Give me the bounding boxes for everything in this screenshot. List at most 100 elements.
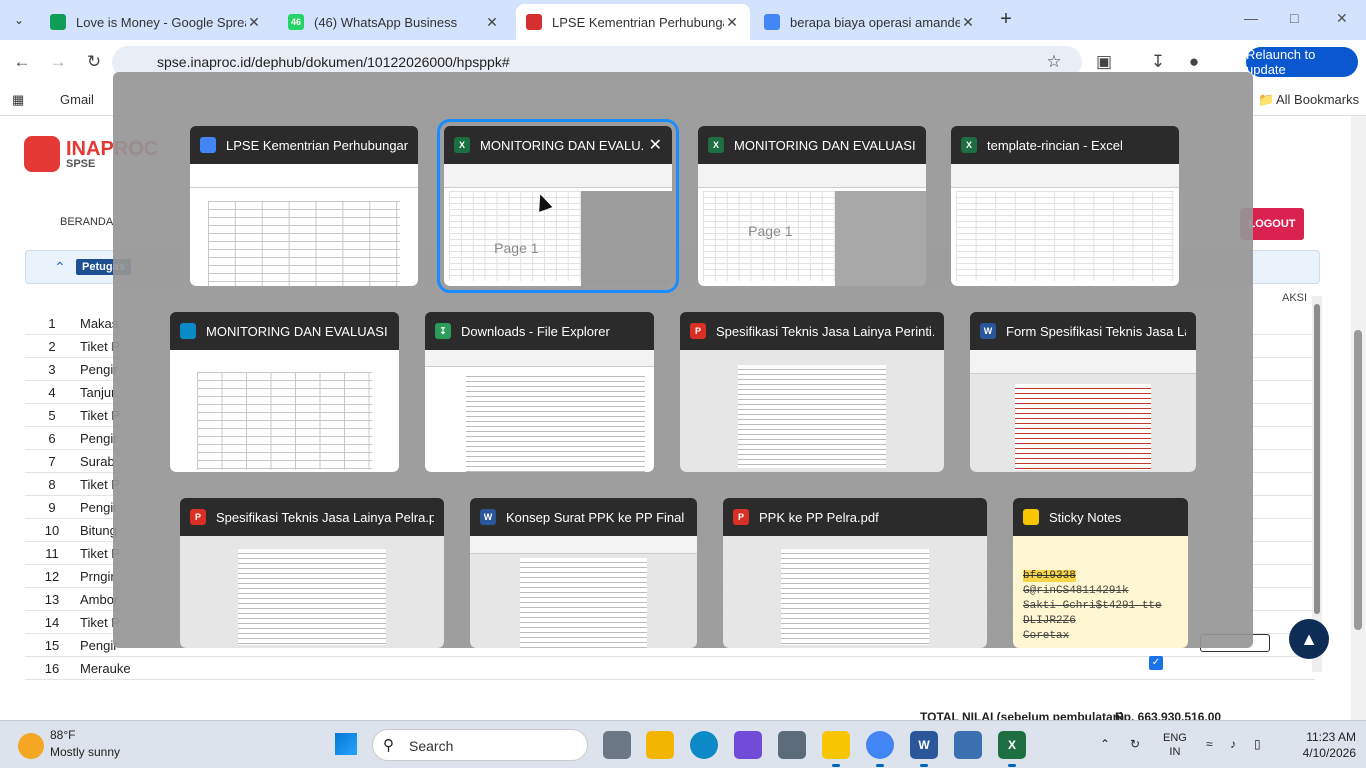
chrome-icon	[200, 137, 216, 153]
row-name: Pengir	[80, 638, 118, 653]
lpse-icon	[526, 14, 542, 30]
window-card-downloads[interactable]: ↧ Downloads - File Explorer	[425, 312, 654, 472]
scroll-top-button[interactable]: ▲	[1289, 619, 1329, 659]
sticky-notes-icon[interactable]	[822, 731, 850, 767]
download-icon: ↧	[435, 323, 451, 339]
extensions-icon[interactable]: ▣	[1092, 52, 1116, 72]
close-tab-icon[interactable]: ✕	[246, 14, 262, 31]
tab-love-is-money[interactable]: Love is Money - Google Spreadsheet ✕	[40, 4, 272, 40]
new-tab-icon[interactable]: +	[994, 8, 1018, 31]
row-checkbox[interactable]: ✓	[1149, 656, 1163, 670]
sticky-note-line: Coretax	[1023, 630, 1070, 642]
chevron-up-icon[interactable]: ⌃	[54, 259, 66, 276]
relaunch-button[interactable]: Relaunch to update	[1246, 47, 1358, 77]
tab-whatsapp[interactable]: 46 (46) WhatsApp Business ✕	[278, 4, 510, 40]
task-view-icon[interactable]	[603, 731, 631, 759]
windows-start-icon[interactable]	[335, 733, 357, 755]
search-icon: ⚲	[383, 737, 394, 754]
chevron-up-icon[interactable]: ⌃	[1100, 737, 1110, 751]
window-card-spesifikasi-pelra[interactable]: P Spesifikasi Teknis Jasa Lainya Pelra.pd…	[180, 498, 444, 648]
tab-title: Love is Money - Google Spreadsheet	[76, 14, 246, 30]
folder-icon: 📁	[1258, 92, 1275, 107]
camera-icon[interactable]	[778, 731, 806, 759]
clock[interactable]: 11:23 AM 4/10/2026	[1298, 729, 1356, 761]
close-window-icon[interactable]: ✕	[1336, 10, 1348, 27]
close-window-icon[interactable]: ✕	[649, 135, 662, 155]
window-card-monitoring-1[interactable]: X MONITORING DAN EVALU... ✕ Page 1	[437, 119, 679, 293]
wifi-icon[interactable]: ≈	[1206, 737, 1213, 751]
close-tab-icon[interactable]: ✕	[484, 14, 500, 31]
window-card-konsep-surat[interactable]: W Konsep Surat PPK ke PP Final -...	[470, 498, 697, 648]
sticky-note-line: bfe19338	[1023, 570, 1076, 582]
row-no: 7	[48, 454, 56, 469]
window-card-form-spesifikasi[interactable]: W Form Spesifikasi Teknis Jasa Lai...	[970, 312, 1196, 472]
excel-icon[interactable]: X	[998, 731, 1026, 767]
tab-google-search[interactable]: berapa biaya operasi amandel - Google Se…	[754, 4, 986, 40]
battery-icon[interactable]: ▯	[1254, 737, 1261, 751]
calculator-icon[interactable]	[954, 731, 982, 759]
card-title: MONITORING DAN EVALUASI K...	[206, 323, 389, 339]
card-title: Spesifikasi Teknis Jasa Lainya Perinti.p…	[716, 323, 934, 339]
window-card-monitoring-edge[interactable]: MONITORING DAN EVALUASI K...	[170, 312, 399, 472]
window-card-template-rincian[interactable]: Xtemplate-rincian - Excel	[951, 126, 1179, 286]
row-no: 12	[44, 569, 60, 584]
back-icon[interactable]: ←	[10, 52, 34, 72]
weather-description[interactable]: Mostly sunny	[50, 745, 120, 759]
apps-grid-icon[interactable]: ▦	[12, 92, 24, 108]
page-scrollbar-thumb[interactable]	[1354, 330, 1362, 630]
close-tab-icon[interactable]: ✕	[724, 14, 740, 31]
excel-icon: X	[961, 137, 977, 153]
nav-beranda[interactable]: BERANDA	[60, 216, 113, 228]
page-label: Page 1	[748, 222, 793, 239]
edge-icon[interactable]	[690, 731, 718, 759]
row-name: Merauke	[80, 661, 131, 676]
url-text[interactable]: spse.inaproc.id/dephub/dokumen/101220260…	[157, 54, 510, 70]
tab-lpse[interactable]: LPSE Kementrian Perhubungan ✕	[516, 4, 750, 40]
bookmark-star-icon[interactable]: ☆	[1042, 52, 1066, 72]
taskbar-search[interactable]: ⚲ Search	[372, 729, 588, 761]
row-no: 9	[48, 500, 56, 515]
download-icon[interactable]: ↧	[1146, 52, 1170, 72]
card-title: Sticky Notes	[1049, 509, 1122, 525]
chrome-icon[interactable]	[866, 731, 894, 767]
tab-search-icon[interactable]: ⌄	[6, 8, 32, 32]
card-title: Form Spesifikasi Teknis Jasa Lai...	[1006, 323, 1186, 339]
window-card-spesifikasi-perinti[interactable]: P Spesifikasi Teknis Jasa Lainya Perinti.…	[680, 312, 944, 472]
row-no: 8	[48, 477, 56, 492]
all-bookmarks[interactable]: All Bookmarks	[1276, 92, 1359, 107]
row-name: Pengir	[80, 431, 118, 446]
card-title: template-rincian - Excel	[987, 137, 1123, 153]
copilot-icon[interactable]	[734, 731, 762, 759]
volume-icon[interactable]: ♪	[1230, 737, 1236, 751]
reload-icon[interactable]: ↻	[82, 52, 106, 72]
close-tab-icon[interactable]: ✕	[960, 14, 976, 31]
maximize-icon[interactable]: □	[1290, 10, 1298, 26]
sun-icon[interactable]	[18, 733, 44, 759]
row-no: 14	[44, 615, 60, 630]
profile-avatar-icon[interactable]: ●	[1182, 52, 1206, 72]
google-icon	[764, 14, 780, 30]
bookmark-gmail[interactable]: Gmail	[60, 92, 94, 107]
search-placeholder: Search	[409, 738, 454, 754]
row-no: 15	[44, 638, 60, 653]
sync-icon[interactable]: ↻	[1130, 737, 1140, 751]
window-card-ppk-pelra[interactable]: P PPK ke PP Pelra.pdf	[723, 498, 987, 648]
row-no: 13	[44, 592, 60, 607]
table-scrollbar-thumb[interactable]	[1314, 304, 1320, 614]
file-explorer-icon[interactable]	[646, 731, 674, 759]
col-aksi: AKSI	[1282, 292, 1308, 304]
pdf-icon: P	[690, 323, 706, 339]
weather-temperature[interactable]: 88°F	[50, 728, 75, 742]
whatsapp-icon: 46	[288, 14, 304, 30]
sticky-notes-icon	[1023, 509, 1039, 525]
forward-icon[interactable]: →	[46, 52, 70, 72]
window-card-monitoring-2[interactable]: X MONITORING DAN EVALUASI K... Page 1	[698, 126, 926, 286]
word-icon[interactable]: W	[910, 731, 938, 767]
card-title: Downloads - File Explorer	[461, 323, 610, 339]
pdf-icon: P	[733, 509, 749, 525]
window-card-sticky-notes[interactable]: Sticky Notes bfe19338 G@rinCS48114291k S…	[1013, 498, 1188, 648]
minimize-icon[interactable]: —	[1244, 10, 1258, 26]
language-indicator[interactable]: ENG IN	[1163, 731, 1187, 759]
window-card-lpse[interactable]: LPSE Kementrian Perhubungan...	[190, 126, 418, 286]
word-icon: W	[480, 509, 496, 525]
